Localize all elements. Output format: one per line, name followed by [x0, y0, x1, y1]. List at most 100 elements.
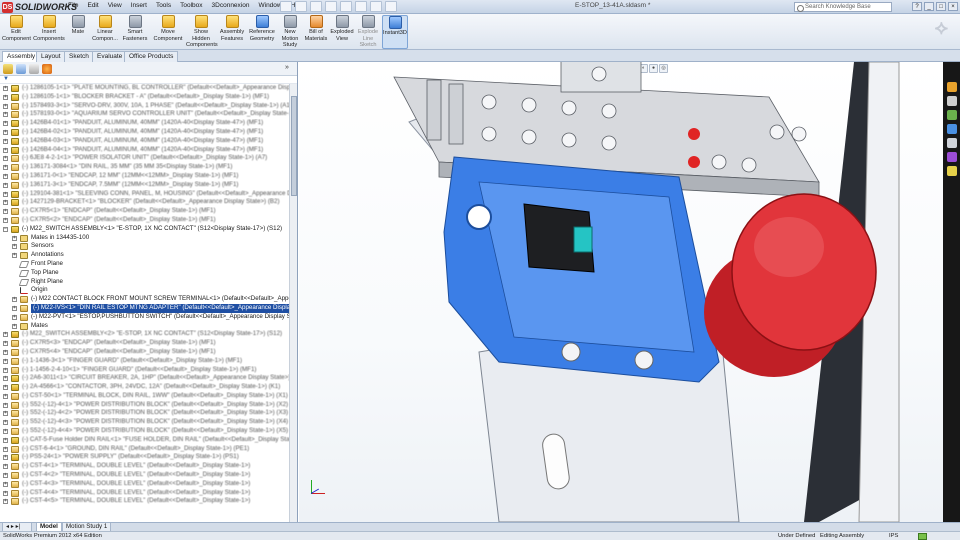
menu-item-tools[interactable]: Tools	[156, 2, 171, 9]
tree-item[interactable]: + (-) CST-4<5> "TERMINAL, DOUBLE LEVEL" (…	[0, 497, 290, 506]
tree-item[interactable]: + (-) CAT-5-Fuse Holder DIN RAIL<1> "FUSE…	[0, 436, 290, 445]
open-icon[interactable]	[295, 1, 307, 12]
tab-assembly[interactable]: Assembly	[2, 51, 41, 62]
ribbon-button-exploded-view[interactable]: Exploded View	[330, 15, 354, 49]
expand-icon[interactable]: +	[3, 411, 8, 417]
expand-icon[interactable]: +	[3, 420, 8, 426]
tree-item[interactable]: + Sensors	[0, 242, 290, 251]
tree-item[interactable]: + (-) 1426B4-02<1> "PANDUIT, ALUMINUM, 40…	[0, 128, 290, 137]
expand-icon[interactable]: +	[3, 209, 8, 215]
expand-icon[interactable]: +	[3, 499, 8, 505]
view-palette-icon[interactable]	[947, 138, 957, 148]
save-icon[interactable]	[310, 1, 322, 12]
options-icon[interactable]	[385, 1, 397, 12]
tree-item[interactable]: + (-) CST-4<2> "TERMINAL, DOUBLE LEVEL" (…	[0, 471, 290, 480]
tree-item[interactable]: Top Plane	[0, 269, 290, 278]
expand-icon[interactable]: +	[3, 182, 8, 188]
expand-icon[interactable]: +	[12, 314, 17, 320]
collapse-icon[interactable]: −	[3, 226, 8, 232]
tree-item[interactable]: + Annotations	[0, 251, 290, 260]
tree-item[interactable]: + (-) CST-50<1> "TERMINAL BLOCK, DIN RAIL…	[0, 392, 290, 401]
tree-item[interactable]: + (-) S52-(-12)-4<4> "POWER DISTRIBUTION …	[0, 427, 290, 436]
display-manager-icon[interactable]	[42, 64, 52, 74]
expand-icon[interactable]: +	[3, 121, 8, 127]
close-icon[interactable]: ×	[948, 2, 958, 11]
expand-icon[interactable]: +	[3, 385, 8, 391]
feature-tree-icon[interactable]	[3, 64, 13, 74]
expand-icon[interactable]: +	[12, 244, 17, 250]
expand-icon[interactable]: +	[3, 376, 8, 382]
tab-layout[interactable]: Layout	[36, 51, 66, 62]
config-manager-icon[interactable]	[29, 64, 39, 74]
menu-item-view[interactable]: View	[108, 2, 122, 9]
ribbon-button-move-component[interactable]: Move Component	[152, 15, 184, 49]
tree-item[interactable]: + (-) CX7R5<2> "ENDCAP" (Default<<Default…	[0, 216, 290, 225]
tree-item[interactable]: + (-) 1286105-1<1> "BLOCKER BRACKET - A" …	[0, 93, 290, 102]
file-explorer-icon[interactable]	[947, 110, 957, 120]
expand-icon[interactable]: +	[3, 173, 8, 179]
ribbon-button-assembly-features[interactable]: Assembly Features	[218, 15, 246, 49]
menu-item-insert[interactable]: Insert	[131, 2, 147, 9]
expand-icon[interactable]: +	[3, 358, 8, 364]
expand-icon[interactable]: +	[12, 323, 17, 329]
help-icon[interactable]: ?	[912, 2, 922, 11]
status-units[interactable]: IPS	[889, 532, 898, 540]
expand-icon[interactable]: +	[3, 332, 8, 338]
expand-icon[interactable]: +	[3, 473, 8, 479]
tree-scrollbar[interactable]	[289, 84, 297, 522]
menu-item-file[interactable]: File	[68, 2, 78, 9]
expand-icon[interactable]: +	[3, 112, 8, 118]
minimize-icon[interactable]: _	[924, 2, 934, 11]
home-icon[interactable]	[947, 82, 957, 92]
tree-item[interactable]: + (-) M22 CONTACT BLOCK FRONT MOUNT SCREW…	[0, 295, 290, 304]
ribbon-button-show-hidden[interactable]: Show Hidden Components	[186, 15, 218, 49]
tree-filter[interactable]: ▼	[0, 76, 297, 84]
solidworks-logo[interactable]: DS SOLIDWORKS	[2, 1, 77, 13]
expand-icon[interactable]: +	[3, 349, 8, 355]
tab-evaluate[interactable]: Evaluate	[92, 51, 128, 62]
tree-item[interactable]: + (-) 136171-0<1> "ENDCAP, 12 MM" (12MM<<…	[0, 172, 290, 181]
ribbon-button-motion-study[interactable]: New Motion Study	[278, 15, 302, 49]
expand-icon[interactable]: +	[3, 147, 8, 153]
ribbon-button-edit-component[interactable]: Edit Component	[2, 15, 31, 49]
expand-icon[interactable]: +	[3, 86, 8, 91]
ribbon-button-reference-geometry[interactable]: Reference Geometry	[248, 15, 276, 49]
tree-item[interactable]: + (-) 6JE8 4-2-1<1> "POWER ISOLATOR UNIT"…	[0, 154, 290, 163]
appearances-icon[interactable]	[947, 152, 957, 162]
expand-icon[interactable]: +	[3, 367, 8, 373]
tree-item[interactable]: − (-) M22_SWITCH ASSEMBLY<1> "E-STOP, 1X …	[0, 225, 290, 234]
expand-icon[interactable]: +	[3, 402, 8, 408]
tree-item[interactable]: + (-) 1286105-1<1> "PLATE MOUNTING, BL CO…	[0, 84, 290, 93]
menu-item-toolbox[interactable]: Toolbox	[180, 2, 202, 9]
tree-item[interactable]: + (-) S52-(-12)-4<2> "POWER DISTRIBUTION …	[0, 409, 290, 418]
expand-icon[interactable]: +	[3, 455, 8, 461]
tree-item[interactable]: + (-) CST-6-4<1> "GROUND, DIN RAIL" (Defa…	[0, 445, 290, 454]
expand-icon[interactable]: +	[3, 191, 8, 197]
tree-item[interactable]: Origin	[0, 286, 290, 295]
expand-icon[interactable]: +	[3, 429, 8, 435]
tree-item[interactable]: + (-) M22-PVT<1> "ESTOP,PUSHBUTTON SWITCH…	[0, 313, 290, 322]
scrollbar-thumb[interactable]	[291, 96, 297, 196]
expand-icon[interactable]: +	[3, 481, 8, 487]
expand-icon[interactable]: +	[3, 393, 8, 399]
ribbon-button-explode-line[interactable]: Explode Line Sketch	[356, 15, 380, 49]
expand-icon[interactable]: +	[3, 217, 8, 223]
tree-item[interactable]: + (-) M22-IVS<1> "DIN RAIL ESTOP MTNG ADA…	[0, 303, 290, 313]
tree-item[interactable]: + (-) S52-(-12)-4<3> "POWER DISTRIBUTION …	[0, 418, 290, 427]
ribbon-button-bom[interactable]: Bill of Materials	[304, 15, 328, 49]
new-icon[interactable]	[280, 1, 292, 12]
print-icon[interactable]	[325, 1, 337, 12]
tree-item[interactable]: + (-) CX7R5<3> "ENDCAP" (Default<<Default…	[0, 339, 290, 348]
tree-item[interactable]: + Mates	[0, 322, 290, 331]
tree-item[interactable]: + (-) M22_SWITCH ASSEMBLY<2> "E-STOP, 1X …	[0, 330, 290, 339]
select-icon[interactable]	[355, 1, 367, 12]
maximize-icon[interactable]: □	[936, 2, 946, 11]
search-input[interactable]: Search Knowledge Base	[794, 2, 892, 12]
menu-item-3dconnexion[interactable]: 3Dconnexion	[212, 2, 250, 9]
expand-icon[interactable]: +	[3, 129, 8, 135]
expand-icon[interactable]: +	[3, 341, 8, 347]
expand-icon[interactable]: +	[3, 156, 8, 162]
tree-item[interactable]: + (-) CX7R5<1> "ENDCAP" (Default<<Default…	[0, 207, 290, 216]
menu-item-edit[interactable]: Edit	[87, 2, 98, 9]
chevron-right-icon[interactable]: »	[285, 64, 293, 74]
